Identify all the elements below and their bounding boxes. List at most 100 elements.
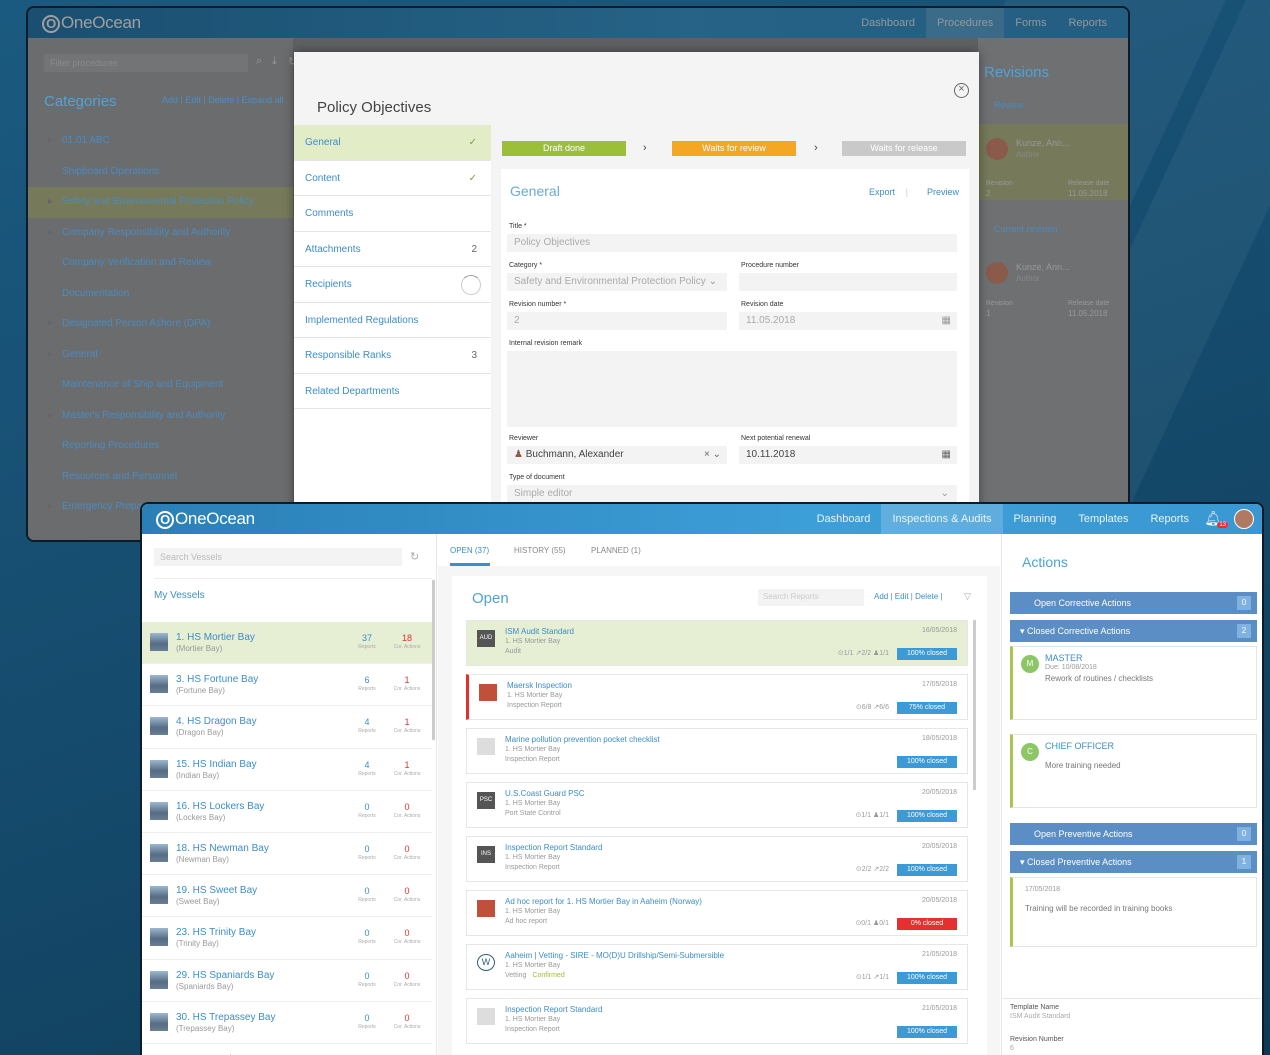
filter-procedures-input[interactable]: Filter procedures [44,54,248,72]
closed-corrective-actions-bar[interactable]: ▾ Closed Corrective Actions 2 [1010,620,1257,642]
report-item[interactable]: INS Inspection Report Standard 1. HS Morti… [466,836,968,882]
preventive-action-card[interactable]: 17/05/2018 Training will be recorded in … [1010,877,1257,947]
tab-open[interactable]: OPEN (37) [450,546,489,555]
calendar-icon[interactable]: ▦ [942,449,951,460]
category-item[interactable]: Shipboard Operations [28,157,293,188]
caret-right-icon[interactable]: ▸ [48,218,53,249]
nav-item-planning[interactable]: Planning [1003,504,1068,534]
vessel-row[interactable]: 40. HS Mortier Bay [142,1044,432,1055]
category-item[interactable]: ▸ Safety and Environmental Protection Pol… [28,187,293,218]
category-item[interactable]: Maintenance of Ship and Equipment [28,370,293,401]
vessel-row[interactable]: 30. HS Trepassey Bay (Trepassey Bay) 0 0 Rep… [142,1002,432,1044]
category-item[interactable]: ▸ Master's Responsibility and Authority [28,401,293,432]
search-reports-input[interactable]: Search Reports [758,589,864,606]
vessel-row[interactable]: 19. HS Sweet Bay (Sweet Bay) 0 0 Reports Cor.… [142,875,432,918]
vessel-row[interactable]: 29. HS Spaniards Bay (Spaniards Bay) 0 0 Rep… [142,960,432,1002]
category-item[interactable]: ▸ Designated Person Ashore (DPA) [28,309,293,340]
modal-nav-implemented-regulations[interactable]: Implemented Regulations [294,303,491,338]
nav-item-forms[interactable]: Forms [1004,8,1057,38]
procedure-number-field[interactable] [739,273,957,291]
open-corrective-actions-bar[interactable]: Open Corrective Actions 0 [1010,592,1257,614]
category-item[interactable]: Documentation [28,279,293,310]
nav-item-dashboard[interactable]: Dashboard [850,8,926,38]
calendar-icon[interactable]: ▦ [942,315,951,326]
current-revision-card[interactable]: Kunze, Ann... Author Revision 1 Release … [978,252,1128,328]
modal-nav-general[interactable]: General ✓ [294,125,491,161]
report-item[interactable]: W Aaheim | Vetting - SIRE - MO(D)U Drills… [466,944,968,990]
category-item[interactable]: Company Verification and Review [28,248,293,279]
remark-textarea[interactable] [507,351,957,427]
vessel-row[interactable]: 3. HS Fortune Bay (Fortune Bay) 6 1 Reports C… [142,664,432,707]
doctype-select[interactable]: Simple editor ⌄ [507,485,957,503]
scrollbar[interactable] [973,620,976,790]
reviewer-select[interactable]: ♟ Buchmann, Alexander × ⌄ [507,446,727,464]
modal-nav-recipients[interactable]: Recipients [294,267,491,303]
revision-date-field[interactable]: 11.05.2018 ▦ [739,312,957,330]
caret-right-icon[interactable]: ▸ [48,187,53,218]
nav-item-dashboard[interactable]: Dashboard [806,504,882,534]
preview-link[interactable]: Preview [927,187,959,197]
caret-right-icon[interactable]: ▸ [48,309,53,340]
closed-preventive-actions-bar[interactable]: ▾ Closed Preventive Actions 1 [1010,851,1257,873]
report-item[interactable]: Maersk Inspection 1. HS Mortier Bay Inspec… [466,674,968,720]
scrollbar[interactable] [432,580,435,740]
vessel-row[interactable]: 23. HS Trinity Bay (Trinity Bay) 0 0 Reports… [142,917,432,960]
action-card-master[interactable]: M MASTER Due: 10/08/2018 Rework of routi… [1010,646,1257,720]
action-card-chief-officer[interactable]: C CHIEF OFFICER More training needed [1010,734,1257,808]
tab-planned[interactable]: PLANNED (1) [591,546,641,555]
nav-item-inspections-audits[interactable]: Inspections & Audits [881,504,1003,534]
report-item[interactable]: Marine pollution prevention pocket check… [466,728,968,774]
caret-right-icon[interactable]: ▸ [48,126,53,157]
nav-item-reports[interactable]: Reports [1057,8,1118,38]
vessel-row[interactable]: 16. HS Lockers Bay (Lockers Bay) 0 0 Reports… [142,791,432,833]
export-link[interactable]: Export [869,187,895,197]
oneocean-logo[interactable]: O OneOcean [142,509,255,529]
current-revision-header[interactable]: Current revision [978,224,1058,234]
filter-icon[interactable]: ▽ [964,591,971,602]
search-vessels-input[interactable]: Search Vessels [154,548,402,566]
renewal-field[interactable]: 10.11.2018 ▦ [739,446,957,464]
close-icon[interactable]: × [954,83,969,98]
report-item[interactable]: Inspection Report Standard 1. HS Mortier … [466,998,968,1044]
search-icon[interactable]: ⌕ [256,55,262,68]
tab-history[interactable]: HISTORY (55) [514,546,566,555]
category-item[interactable]: Resources and Personnel [28,462,293,493]
nav-item-procedures[interactable]: Procedures [926,8,1005,38]
report-item[interactable]: PSC U.S.Coast Guard PSC 1. HS Mortier Bay P… [466,782,968,828]
vessel-row[interactable]: 18. HS Newman Bay (Newman Bay) 0 0 Reports Co… [142,833,432,876]
vessel-row[interactable]: 15. HS Indian Bay (Indian Bay) 4 1 Reports Co… [142,749,432,791]
report-item[interactable]: Ad hoc report for 1. HS Mortier Bay in A… [466,890,968,936]
oneocean-logo[interactable]: O OneOcean [28,13,141,33]
clear-chevron-icon[interactable]: × ⌄ [704,449,721,460]
open-preventive-actions-bar[interactable]: Open Preventive Actions 0 [1010,823,1257,845]
review-revision-card[interactable]: Kunze, Ann... Author Revision 2 Release … [978,124,1128,200]
category-item[interactable]: ▸ 01.01 ABC [28,126,293,157]
report-item[interactable]: AUD ISM Audit Standard 1. HS Mortier Bay Au… [466,620,968,666]
modal-nav-comments[interactable]: Comments [294,196,491,232]
category-select[interactable]: Safety and Environmental Protection Poli… [507,273,727,291]
policy-objectives-modal: Policy Objectives × General ✓ Content ✓ Comm… [294,52,979,540]
vessel-row[interactable]: 4. HS Dragon Bay (Dragon Bay) 4 1 Reports Cor… [142,706,432,749]
title-field[interactable]: Policy Objectives [507,234,957,252]
review-header[interactable]: Review [978,94,1128,116]
vessel-row[interactable]: 1. HS Mortier Bay (Mortier Bay) 37 18 Report… [142,622,432,665]
report-actions[interactable]: Add | Edit | Delete | [874,592,943,601]
caret-right-icon[interactable]: ▸ [48,492,53,523]
nav-item-templates[interactable]: Templates [1067,504,1139,534]
revision-number-field[interactable]: 2 [507,312,727,330]
category-item[interactable]: Reporting Procedures [28,431,293,462]
modal-nav-responsible-ranks[interactable]: Responsible Ranks 3 [294,338,491,374]
modal-nav-attachments[interactable]: Attachments 2 [294,232,491,267]
my-vessels-title[interactable]: My Vessels [154,590,205,601]
category-item[interactable]: ▸ General [28,340,293,371]
nav-item-reports[interactable]: Reports [1139,504,1200,534]
avatar[interactable] [1234,509,1254,529]
modal-nav-related-departments[interactable]: Related Departments [294,374,491,409]
download-icon[interactable]: ⤓ [272,55,277,68]
caret-right-icon[interactable]: ▸ [48,401,53,432]
category-actions[interactable]: Add | Edit | Delete | Expand all [162,95,284,105]
modal-nav-content[interactable]: Content ✓ [294,161,491,196]
caret-right-icon[interactable]: ▸ [48,340,53,371]
category-item[interactable]: ▸ Company Responsibility and Authority [28,218,293,249]
refresh-icon[interactable]: ↻ [410,550,419,563]
